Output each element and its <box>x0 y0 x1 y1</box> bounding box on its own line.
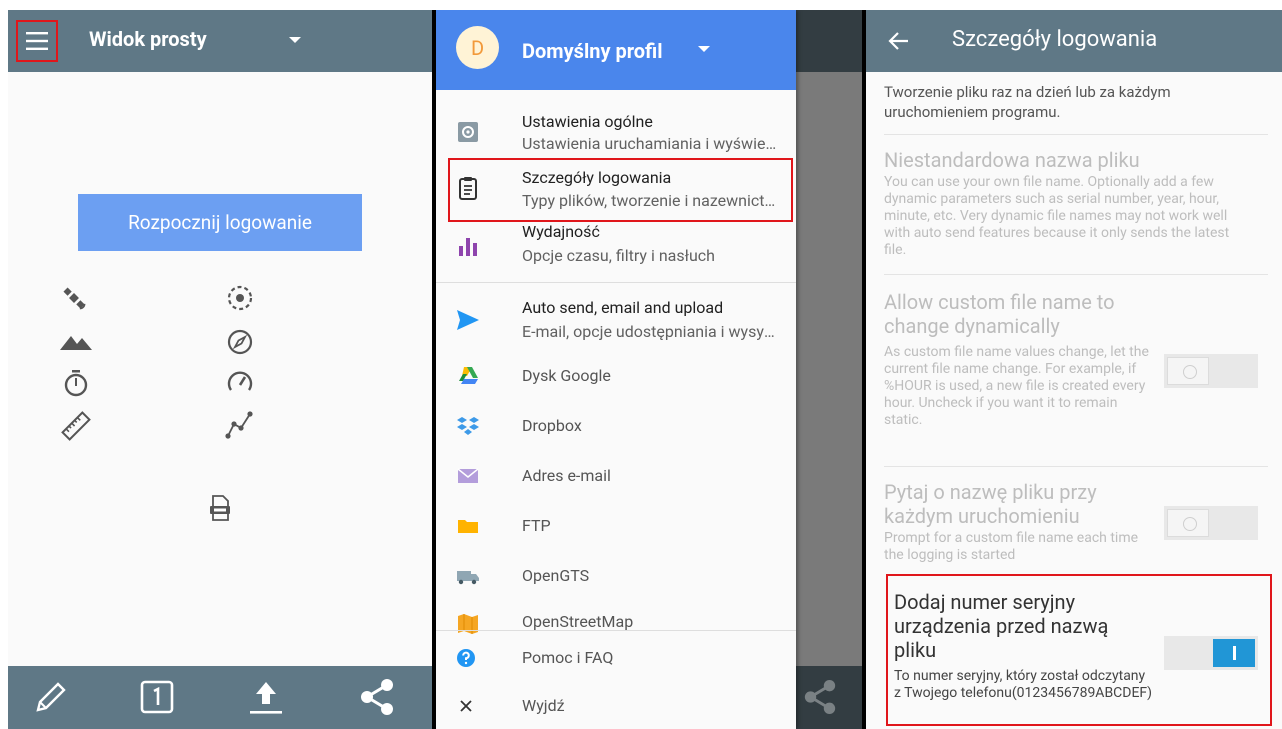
satellite-icon <box>60 284 88 312</box>
timer-icon <box>64 370 88 398</box>
menu-item-email[interactable]: Adres e-mail <box>436 460 796 510</box>
bar-chart-icon <box>456 234 480 258</box>
dropbox-icon <box>456 414 480 438</box>
setting-description: You can use your own file name. Optional… <box>884 174 1230 258</box>
setting-title[interactable]: Allow custom file name to change dynamic… <box>884 290 1154 338</box>
track-points-icon <box>224 408 256 440</box>
toggle-knob <box>1167 357 1209 385</box>
help-icon <box>456 648 476 668</box>
menu-item-subtitle: Ustawienia uruchamiania i wyświetlania <box>522 134 778 153</box>
menu-item-ftp[interactable]: FTP <box>436 510 796 560</box>
setting-description: Tworzenie pliku raz na dzień lub za każd… <box>884 83 1171 121</box>
menu-item-title: Dysk Google <box>522 366 611 385</box>
upload-icon[interactable] <box>248 678 284 716</box>
setting-description: Prompt for a custom file name each time … <box>884 530 1139 563</box>
view-title[interactable]: Widok prosty <box>89 27 207 51</box>
setting-description: As custom file name values change, let t… <box>884 344 1149 428</box>
menu-item-subtitle: Opcje czasu, filtry i nasłuch <box>522 246 715 265</box>
menu-item-title: Wyjdź <box>522 696 565 715</box>
menu-item-title: Wydajność <box>522 222 600 241</box>
menu-item-title: Adres e-mail <box>522 466 611 485</box>
navigation-drawer: D Domyślny profil Ustawienia ogólne Usta… <box>436 10 796 729</box>
menu-item-subtitle: E-mail, opcje udostępniania i wysyłania <box>522 322 778 341</box>
menu-item-title: Auto send, email and upload <box>522 298 724 317</box>
divider <box>884 134 1268 135</box>
menu-item-auto-send[interactable]: Auto send, email and upload E-mail, opcj… <box>436 294 796 350</box>
single-point-icon[interactable] <box>140 680 174 714</box>
divider <box>884 274 1268 275</box>
menu-item-dropbox[interactable]: Dropbox <box>436 410 796 460</box>
log-file-icon[interactable] <box>209 495 231 521</box>
bottom-toolbar <box>8 666 432 729</box>
share-icon <box>802 678 838 716</box>
gps-fix-icon <box>226 284 254 312</box>
altitude-icon <box>60 330 92 352</box>
serial-number-toggle[interactable] <box>1164 636 1258 670</box>
highlight-box <box>448 158 793 222</box>
menu-item-title: Dropbox <box>522 416 582 435</box>
chevron-down-icon[interactable] <box>698 46 710 52</box>
compass-icon <box>226 328 254 356</box>
menu-item-help[interactable]: Pomoc i FAQ <box>436 636 796 682</box>
setting-description: To numer seryjny, który został odczytany… <box>894 668 1153 701</box>
navigation-drawer-screen: D Domyślny profil Ustawienia ogólne Usta… <box>436 10 862 729</box>
menu-item-performance[interactable]: Wydajność Opcje czasu, filtry i nasłuch <box>436 220 796 276</box>
start-logging-button[interactable]: Rozpocznij logowanie <box>78 194 362 251</box>
dimmed-app-bar <box>796 10 862 72</box>
dimmed-bottom-toolbar <box>796 666 862 729</box>
folder-icon <box>456 514 480 538</box>
close-icon <box>456 696 476 716</box>
profile-selector[interactable]: Domyślny profil <box>522 39 663 63</box>
menu-item-google-drive[interactable]: Dysk Google <box>436 360 796 410</box>
divider <box>436 630 796 631</box>
distance-ruler-icon <box>60 410 92 442</box>
map-icon <box>456 612 480 636</box>
menu-item-exit[interactable]: Wyjdź <box>436 684 796 729</box>
menu-item-general-settings[interactable]: Ustawienia ogólne Ustawienia uruchamiani… <box>436 106 796 162</box>
ask-filename-toggle[interactable] <box>1164 506 1258 540</box>
setting-title[interactable]: Niestandardowa nazwa pliku <box>884 148 1264 172</box>
pencil-icon[interactable] <box>32 680 68 716</box>
setting-title[interactable]: Dodaj numer seryjny urządzenia przed naz… <box>894 590 1154 662</box>
speedometer-icon <box>226 368 254 396</box>
logging-details-screen: Szczegóły logowania Tworzenie pliku raz … <box>866 10 1282 729</box>
toggle-knob <box>1167 509 1209 537</box>
chevron-down-icon[interactable] <box>289 37 301 43</box>
menu-item-opengts[interactable]: OpenGTS <box>436 560 796 610</box>
dynamic-name-toggle[interactable] <box>1164 354 1258 388</box>
back-arrow-icon[interactable] <box>888 30 910 52</box>
app-bar: Szczegóły logowania <box>866 10 1282 72</box>
app-bar: Widok prosty <box>8 10 432 72</box>
settings-icon <box>456 120 480 144</box>
menu-item-title: OpenStreetMap <box>522 612 634 631</box>
avatar[interactable]: D <box>456 26 499 69</box>
divider <box>884 466 1268 467</box>
menu-item-title: FTP <box>522 516 551 535</box>
menu-icon[interactable] <box>16 20 58 62</box>
menu-item-title: OpenGTS <box>522 566 590 585</box>
share-icon[interactable] <box>358 678 396 716</box>
menu-item-title: Ustawienia ogólne <box>522 112 653 131</box>
divider <box>436 282 796 283</box>
menu-item-openstreetmap[interactable]: OpenStreetMap <box>436 610 796 634</box>
drawer-header: D Domyślny profil <box>436 10 796 90</box>
setting-title[interactable]: Pytaj o nazwę pliku przy każdym uruchomi… <box>884 480 1154 528</box>
google-drive-icon <box>456 364 480 388</box>
simple-view-screen: Widok prosty Rozpocznij logowanie <box>8 10 432 729</box>
menu-item-title: Pomoc i FAQ <box>522 648 614 667</box>
send-icon <box>456 308 480 332</box>
email-icon <box>456 464 480 488</box>
toggle-knob <box>1213 639 1255 667</box>
truck-icon <box>456 564 480 588</box>
page-title: Szczegóły logowania <box>952 27 1158 52</box>
